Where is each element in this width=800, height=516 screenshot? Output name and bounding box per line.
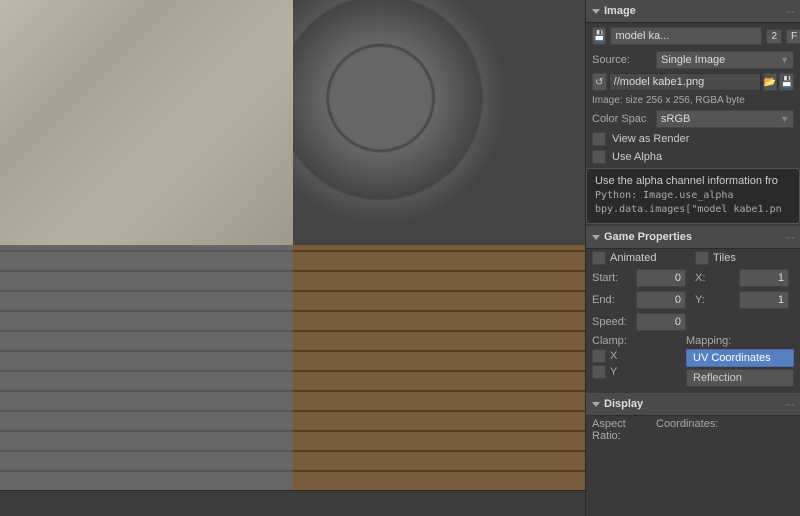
image-quadrant-2 [293, 0, 586, 245]
tooltip-header: Use the alpha channel information fro [595, 175, 791, 187]
right-panel: Image ··· 💾 2 F ⧉ ✕ Source: Single Image… [585, 0, 800, 516]
view-as-render-label: View as Render [612, 133, 689, 145]
colorspace-select[interactable]: sRGB ▼ [656, 110, 794, 128]
mapping-col: Mapping: UV Coordinates Reflection [686, 335, 794, 387]
view-as-render-row[interactable]: View as Render [586, 130, 800, 148]
speed-row: Speed: 0 [586, 311, 800, 333]
filepath-browse-button[interactable]: 📂 [763, 73, 778, 91]
viewer-bottom-bar [0, 490, 585, 516]
animated-col: Animated [592, 251, 691, 265]
colorspace-value: sRGB [661, 113, 690, 125]
end-row: End: 0 [592, 291, 691, 309]
tiles-col: Tiles [695, 251, 794, 265]
speed-field[interactable]: 0 [636, 313, 686, 331]
tiles-label: Tiles [713, 252, 736, 264]
end-label: End: [592, 294, 632, 306]
start-field[interactable]: 0 [636, 269, 686, 287]
image-quadrant-1 [0, 0, 293, 245]
game-properties-label: Game Properties [604, 231, 692, 243]
tiles-checkbox[interactable] [695, 251, 709, 265]
reflection-button[interactable]: Reflection [686, 369, 794, 387]
save-icon: 💾 [593, 31, 605, 42]
start-label: Start: [592, 272, 632, 284]
image-viewer [0, 0, 585, 516]
clamp-y-item: Y [592, 365, 682, 379]
use-alpha-row[interactable]: Use Alpha [586, 148, 800, 166]
y-tiles-field[interactable]: 1 [739, 291, 789, 309]
display-section-title: Display [592, 398, 643, 410]
clamp-y-checkbox[interactable] [592, 365, 606, 379]
display-section-label: Display [604, 398, 643, 410]
clamp-x-checkbox[interactable] [592, 349, 606, 363]
filepath-save-button[interactable]: 💾 [779, 73, 794, 91]
colorspace-row: Color Spac sRGB ▼ [586, 108, 800, 130]
filepath-row: ↺ 📂 💾 [586, 71, 800, 93]
x-tiles-label: X: [695, 272, 735, 284]
image-name-field[interactable] [610, 27, 762, 45]
end-y-row: End: 0 Y: 1 [586, 289, 800, 311]
colorspace-label: Color Spac [592, 113, 652, 125]
image-quadrant-4 [293, 245, 586, 490]
clamp-mapping-row: Clamp: X Y Mapping: UV Coordinates Refle… [586, 333, 800, 389]
game-properties-title: Game Properties [592, 231, 692, 243]
filepath-input[interactable] [609, 73, 761, 91]
y-tiles-label: Y: [695, 294, 735, 306]
source-value: Single Image [661, 54, 725, 66]
source-row: Source: Single Image ▼ [586, 49, 800, 71]
animated-checkbox[interactable] [592, 251, 606, 265]
mapping-label: Mapping: [686, 335, 794, 347]
end-field[interactable]: 0 [636, 291, 686, 309]
x-tiles-field[interactable]: 1 [739, 269, 789, 287]
display-collapse-triangle-icon [592, 402, 600, 407]
start-row: Start: 0 [592, 269, 691, 287]
save-datablock-button[interactable]: 💾 [592, 27, 606, 45]
clamp-label: Clamp: [592, 335, 682, 347]
fake-user-button[interactable]: F [786, 29, 800, 44]
y-tiles-row: Y: 1 [695, 291, 794, 309]
image-quadrant-3 [0, 245, 293, 490]
image-info: Image: size 256 x 256, RGBA byte [586, 93, 800, 108]
source-label: Source: [592, 54, 652, 66]
tooltip-line1: Python: Image.use_alpha [595, 189, 791, 203]
clamp-col: Clamp: X Y [592, 335, 682, 387]
image-section-title: Image [592, 5, 636, 17]
users-count-button[interactable]: 2 [766, 29, 782, 44]
image-section-menu-icon[interactable]: ··· [785, 4, 794, 18]
use-alpha-label: Use Alpha [612, 151, 662, 163]
view-as-render-checkbox[interactable] [592, 132, 606, 146]
uv-coordinates-button[interactable]: UV Coordinates [686, 349, 794, 367]
image-section-label: Image [604, 5, 636, 17]
aspect-coordinates-row: Aspect Ratio: Coordinates: [586, 416, 800, 444]
tooltip-box: Use the alpha channel information fro Py… [586, 168, 800, 224]
display-section-menu-icon[interactable]: ··· [785, 397, 794, 411]
image-section-header[interactable]: Image ··· [586, 0, 800, 23]
collapse-triangle-icon [592, 9, 600, 14]
game-properties-menu-icon[interactable]: ··· [785, 230, 794, 244]
source-arrow-icon: ▼ [780, 55, 789, 65]
coordinates-label: Coordinates: [656, 418, 716, 442]
clamp-y-label: Y [610, 366, 622, 378]
x-tiles-row: X: 1 [695, 269, 794, 287]
colorspace-arrow-icon: ▼ [780, 114, 789, 124]
aspect-ratio-label: Aspect Ratio: [592, 418, 652, 442]
game-properties-section-header[interactable]: Game Properties ··· [586, 226, 800, 249]
image-grid [0, 0, 585, 490]
speed-label: Speed: [592, 316, 632, 328]
display-section-header[interactable]: Display ··· [586, 393, 800, 416]
use-alpha-checkbox[interactable] [592, 150, 606, 164]
reload-button[interactable]: ↺ [592, 73, 607, 91]
clamp-x-label: X [610, 350, 622, 362]
animated-label: Animated [610, 252, 656, 264]
game-collapse-triangle-icon [592, 235, 600, 240]
xy-checkboxes: X Y [592, 349, 682, 379]
source-select[interactable]: Single Image ▼ [656, 51, 794, 69]
tooltip-line2: bpy.data.images["model kabe1.pn [595, 203, 791, 217]
animated-tiles-row: Animated Tiles [586, 249, 800, 267]
clamp-x-item: X [592, 349, 682, 363]
image-toolbar: 💾 2 F ⧉ ✕ [586, 23, 800, 49]
start-x-row: Start: 0 X: 1 [586, 267, 800, 289]
